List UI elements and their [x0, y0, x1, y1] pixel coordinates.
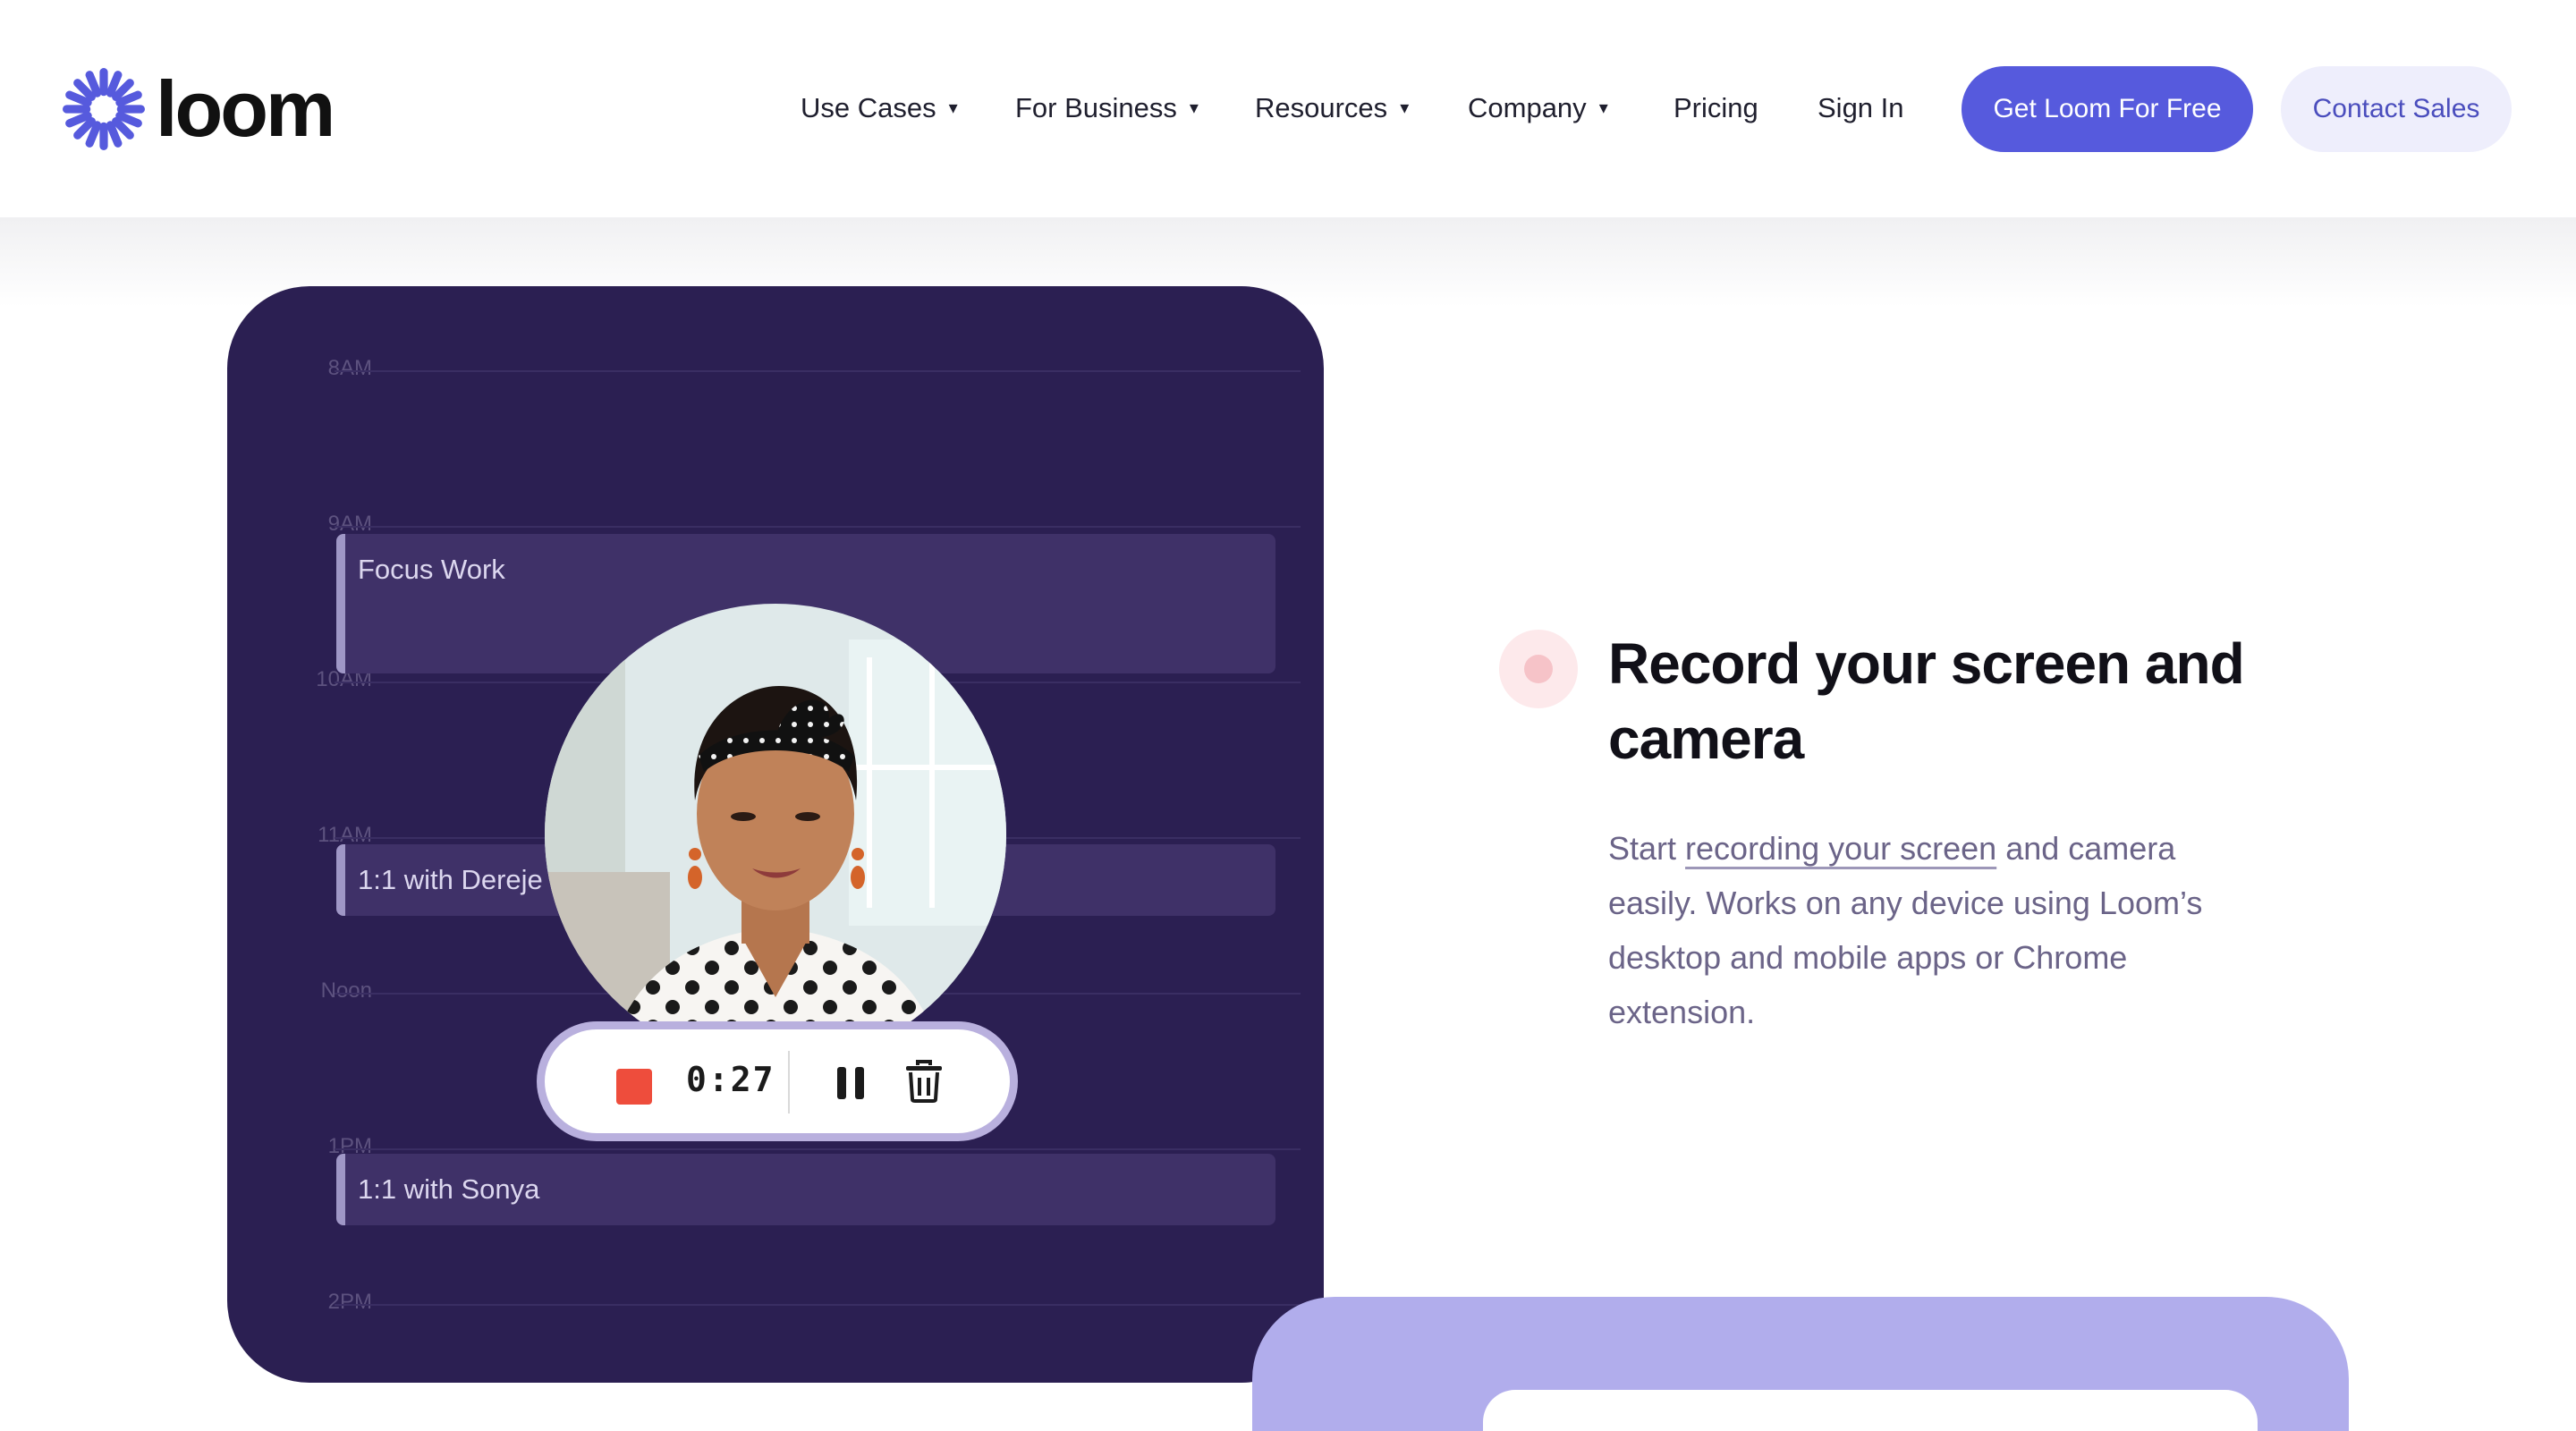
calendar-card: 8AM 9AM 10AM 11AM Noon 1PM 2PM Focus Wor…	[227, 286, 1324, 1383]
caret-down-icon: ▾	[1598, 98, 1608, 118]
nav-label: Company	[1468, 92, 1587, 123]
nav-pricing[interactable]: Pricing	[1674, 86, 1758, 131]
feature-title: Record your screen and camera	[1608, 631, 2245, 771]
pause-icon[interactable]	[835, 1065, 866, 1101]
hour-line	[335, 370, 1301, 372]
hour-line	[335, 1148, 1301, 1150]
next-feature-card	[1252, 1297, 2349, 1431]
loom-starburst-icon	[63, 68, 145, 150]
nav-for-business[interactable]: For Business ▾	[1015, 86, 1199, 131]
nav-label: Use Cases	[801, 92, 936, 123]
calendar-event[interactable]: 1:1 with Sonya	[336, 1154, 1275, 1225]
event-title: Focus Work	[358, 554, 505, 585]
hour-label: 2PM	[327, 1290, 372, 1314]
next-feature-panel	[1483, 1390, 2258, 1431]
nav-label: Resources	[1255, 92, 1388, 123]
caret-down-icon: ▾	[1400, 98, 1410, 118]
event-title: 1:1 with Sonya	[358, 1173, 540, 1205]
site-header: loom Use Cases ▾ For Business ▾ Resource…	[0, 0, 2576, 217]
nav-label: For Business	[1015, 92, 1177, 123]
stop-icon[interactable]	[616, 1069, 652, 1105]
loom-logo[interactable]: loom	[63, 64, 335, 153]
feature-description: Start recording your screen and camera e…	[1608, 821, 2252, 1039]
recording-timer: 0:27	[686, 1060, 775, 1099]
hour-line	[335, 526, 1301, 528]
record-indicator-dot	[1524, 655, 1553, 683]
recording-controls: 0:27	[537, 1021, 1018, 1141]
camera-bubble[interactable]	[545, 604, 1006, 1065]
caret-down-icon: ▾	[948, 98, 958, 118]
logo-wordmark: loom	[156, 64, 335, 153]
nav-label: Sign In	[1818, 92, 1904, 123]
record-indicator-icon	[1499, 630, 1578, 708]
get-loom-free-button[interactable]: Get Loom For Free	[1962, 66, 2253, 152]
event-accent-bar	[336, 844, 345, 916]
hour-label: 9AM	[327, 512, 372, 536]
presenter-video-image	[545, 604, 1006, 1065]
event-accent-bar	[336, 534, 345, 673]
caret-down-icon: ▾	[1189, 98, 1199, 118]
divider	[788, 1051, 790, 1113]
hour-line	[335, 1304, 1301, 1306]
trash-icon[interactable]	[904, 1060, 944, 1103]
nav-company[interactable]: Company ▾	[1468, 86, 1608, 131]
feature-body-prefix: Start	[1608, 830, 1686, 867]
recording-your-screen-link[interactable]: recording your screen	[1685, 830, 1996, 867]
hour-label: 8AM	[327, 356, 372, 380]
contact-sales-button[interactable]: Contact Sales	[2281, 66, 2512, 152]
nav-resources[interactable]: Resources ▾	[1255, 86, 1409, 131]
nav-label: Pricing	[1674, 92, 1758, 123]
nav-sign-in[interactable]: Sign In	[1818, 86, 1904, 131]
nav-use-cases[interactable]: Use Cases ▾	[801, 86, 958, 131]
hour-label: Noon	[320, 978, 372, 1003]
event-accent-bar	[336, 1154, 345, 1225]
event-title: 1:1 with Dereje	[358, 864, 543, 895]
